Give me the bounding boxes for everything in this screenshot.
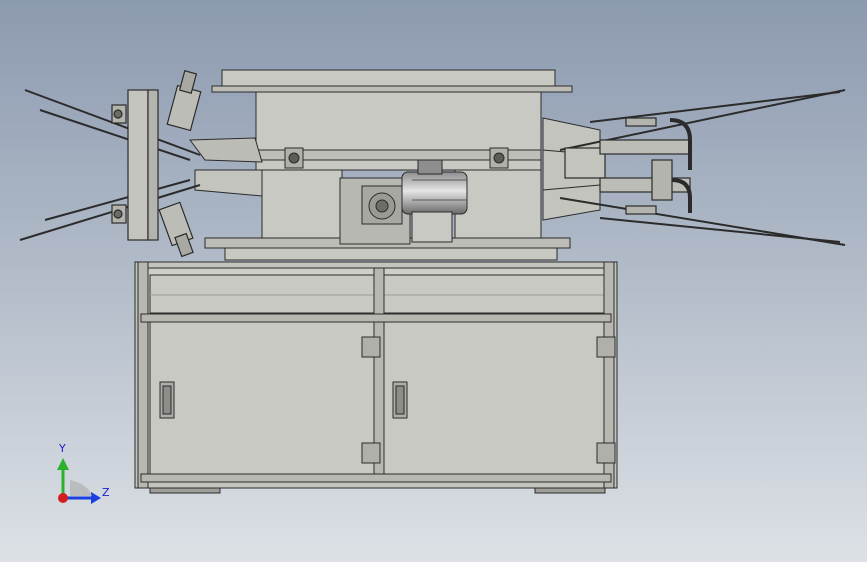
model-drawing[interactable] (0, 0, 867, 562)
x-axis-origin-icon (58, 493, 68, 503)
machine-top-assembly (189, 69, 601, 261)
left-feed-chute (194, 169, 263, 197)
top-cover-plate (221, 69, 556, 87)
left-vertical-post (127, 89, 149, 241)
right-support-block (454, 169, 542, 243)
triad-label-y: Y (59, 442, 66, 455)
cabinet (134, 261, 618, 494)
door-right (383, 321, 605, 475)
base-rail (224, 247, 558, 261)
left-support-block (261, 169, 343, 243)
door-left (149, 321, 376, 475)
drawer-right (383, 274, 605, 314)
right-arm-assembly (559, 89, 846, 246)
drawer-left (149, 274, 376, 314)
triad-label-z: Z (102, 486, 110, 499)
axis-triad (57, 458, 101, 504)
left-arm-assembly (19, 70, 202, 258)
cad-viewport[interactable]: Y Z (0, 0, 867, 562)
